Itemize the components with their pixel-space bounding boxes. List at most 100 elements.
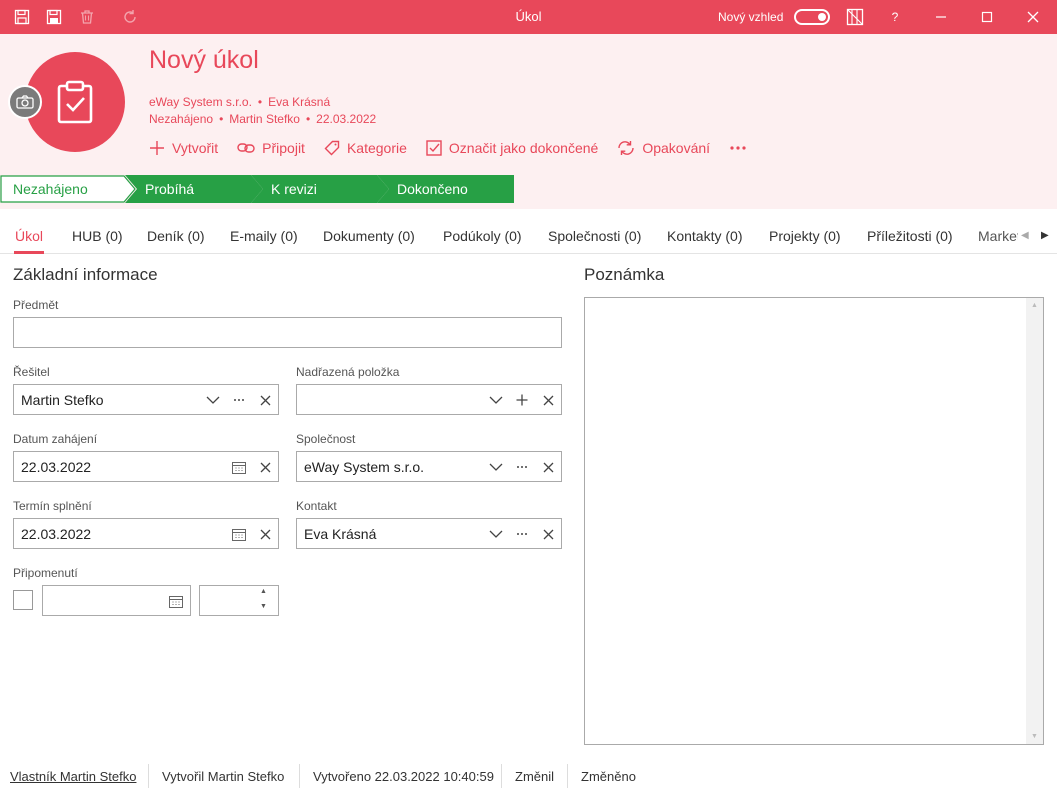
layout-icon[interactable]: [845, 7, 865, 27]
spin-down-icon[interactable]: ▼: [260, 603, 267, 610]
start-date-value: 22.03.2022: [21, 458, 92, 475]
tab-hub[interactable]: HUB (0): [72, 228, 123, 244]
chevron-down-icon[interactable]: [205, 392, 221, 408]
tab-subtasks[interactable]: Podúkoly (0): [443, 228, 522, 244]
tab-projects[interactable]: Projekty (0): [769, 228, 841, 244]
clear-icon[interactable]: [257, 392, 273, 408]
chevron-down-icon[interactable]: [488, 526, 504, 542]
tab-scroll-left-icon[interactable]: ◀: [1021, 230, 1029, 241]
clear-icon[interactable]: [257, 459, 273, 475]
calendar-icon[interactable]: [231, 526, 247, 542]
meta-date: 22.03.2022: [316, 112, 377, 126]
recurrence-button[interactable]: Opakování: [617, 140, 710, 156]
scroll-up-icon[interactable]: ▲: [1031, 302, 1038, 309]
attach-label: Připojit: [262, 140, 305, 156]
clear-icon[interactable]: [540, 459, 556, 475]
clear-icon[interactable]: [257, 526, 273, 542]
due-date-input[interactable]: 22.03.2022: [13, 518, 279, 549]
mark-done-button[interactable]: Označit jako dokončené: [426, 140, 598, 156]
solver-select[interactable]: Martin Stefko: [13, 384, 279, 415]
meta-line-1: eWay System s.r.o. • Eva Krásná: [149, 95, 330, 109]
chevron-down-icon[interactable]: [488, 392, 504, 408]
company-select[interactable]: eWay System s.r.o.: [296, 451, 562, 482]
reminder-date-input[interactable]: [42, 585, 191, 616]
tab-contacts[interactable]: Kontakty (0): [667, 228, 742, 244]
scroll-down-icon[interactable]: ▼: [1031, 733, 1038, 740]
ellipsis-icon[interactable]: [514, 526, 530, 542]
meta-company[interactable]: eWay System s.r.o.: [149, 95, 252, 109]
meta-solver[interactable]: Martin Stefko: [229, 112, 300, 126]
tab-emails[interactable]: E-maily (0): [230, 228, 298, 244]
note-scrollbar[interactable]: ▲ ▼: [1026, 298, 1043, 744]
changed-by: Změnil: [515, 769, 555, 784]
tab-marketing[interactable]: Marketing: [978, 228, 1018, 244]
mark-done-label: Označit jako dokončené: [448, 140, 599, 156]
spin-up-icon[interactable]: ▲: [260, 588, 267, 595]
meta-status: Nezahájeno: [149, 112, 214, 126]
clear-icon[interactable]: [540, 526, 556, 542]
footer-divider: [148, 764, 149, 788]
tab-opportunities[interactable]: Příležitosti (0): [867, 228, 953, 244]
parent-item-label: Nadřazená položka: [296, 365, 400, 379]
plus-icon[interactable]: [514, 392, 530, 408]
reminder-checkbox[interactable]: [13, 590, 33, 610]
calendar-icon[interactable]: [168, 593, 184, 609]
stage-label: Dokončeno: [397, 181, 468, 197]
camera-icon[interactable]: [8, 85, 42, 119]
chevron-down-icon[interactable]: [488, 459, 504, 475]
ellipsis-icon[interactable]: [231, 392, 247, 408]
footer-divider: [567, 764, 568, 788]
create-button[interactable]: Vytvořit: [149, 140, 218, 156]
tab-companies[interactable]: Společnosti (0): [548, 228, 641, 244]
tab-journal[interactable]: Deník (0): [147, 228, 205, 244]
minimize-button[interactable]: [918, 0, 964, 34]
new-look-label: Nový vzhled: [718, 10, 784, 24]
meta-contact[interactable]: Eva Krásná: [268, 95, 330, 109]
active-tab-indicator: [14, 251, 44, 254]
stage-review[interactable]: K revizi: [251, 175, 389, 203]
new-look-toggle[interactable]: [794, 9, 830, 25]
stage-not-started[interactable]: Nezahájeno: [0, 175, 136, 203]
calendar-icon[interactable]: [231, 459, 247, 475]
maximize-button[interactable]: [964, 0, 1010, 34]
owner-link[interactable]: Vlastník Martin Stefko: [10, 769, 136, 784]
footer-divider: [501, 764, 502, 788]
created-at: Vytvořeno 22.03.2022 10:40:59: [313, 769, 494, 784]
solver-value: Martin Stefko: [21, 391, 104, 408]
repeat-icon: [618, 141, 635, 155]
subject-input[interactable]: [13, 317, 562, 348]
stage-in-progress[interactable]: Probíhá: [125, 175, 263, 203]
reminder-time-input[interactable]: ▲ ▼: [199, 585, 279, 616]
section-note: Poznámka: [584, 265, 665, 284]
section-basic-info: Základní informace: [13, 265, 158, 284]
ellipsis-icon: [730, 146, 746, 150]
tab-scroll-right-icon[interactable]: ▶: [1041, 230, 1049, 241]
contact-label: Kontakt: [296, 499, 337, 513]
more-actions-button[interactable]: [729, 145, 754, 151]
category-button[interactable]: Kategorie: [324, 140, 407, 156]
tab-documents[interactable]: Dokumenty (0): [323, 228, 415, 244]
solver-label: Řešitel: [13, 365, 50, 379]
close-button[interactable]: [1010, 0, 1056, 34]
contact-select[interactable]: Eva Krásná: [296, 518, 562, 549]
recurrence-label: Opakování: [642, 140, 711, 156]
start-date-label: Datum zahájení: [13, 432, 98, 446]
meta-separator: •: [257, 95, 263, 109]
note-textarea[interactable]: ▲ ▼: [584, 297, 1044, 745]
help-button[interactable]: ?: [872, 0, 918, 34]
stage-label: K revizi: [271, 181, 317, 197]
clear-icon[interactable]: [540, 392, 556, 408]
reminder-label: Připomenutí: [13, 566, 78, 580]
clipboard-check-icon: [57, 80, 93, 124]
page-title: Nový úkol: [149, 46, 259, 74]
start-date-input[interactable]: 22.03.2022: [13, 451, 279, 482]
stage-done[interactable]: Dokončeno: [377, 175, 514, 203]
tab-task[interactable]: Úkol: [15, 228, 43, 244]
attach-button[interactable]: Připojit: [237, 140, 305, 156]
meta-separator: •: [219, 112, 224, 126]
tag-icon: [324, 140, 340, 156]
parent-item-select[interactable]: [296, 384, 562, 415]
company-label: Společnost: [296, 432, 356, 446]
ellipsis-icon[interactable]: [514, 459, 530, 475]
stage-label: Nezahájeno: [13, 181, 88, 197]
